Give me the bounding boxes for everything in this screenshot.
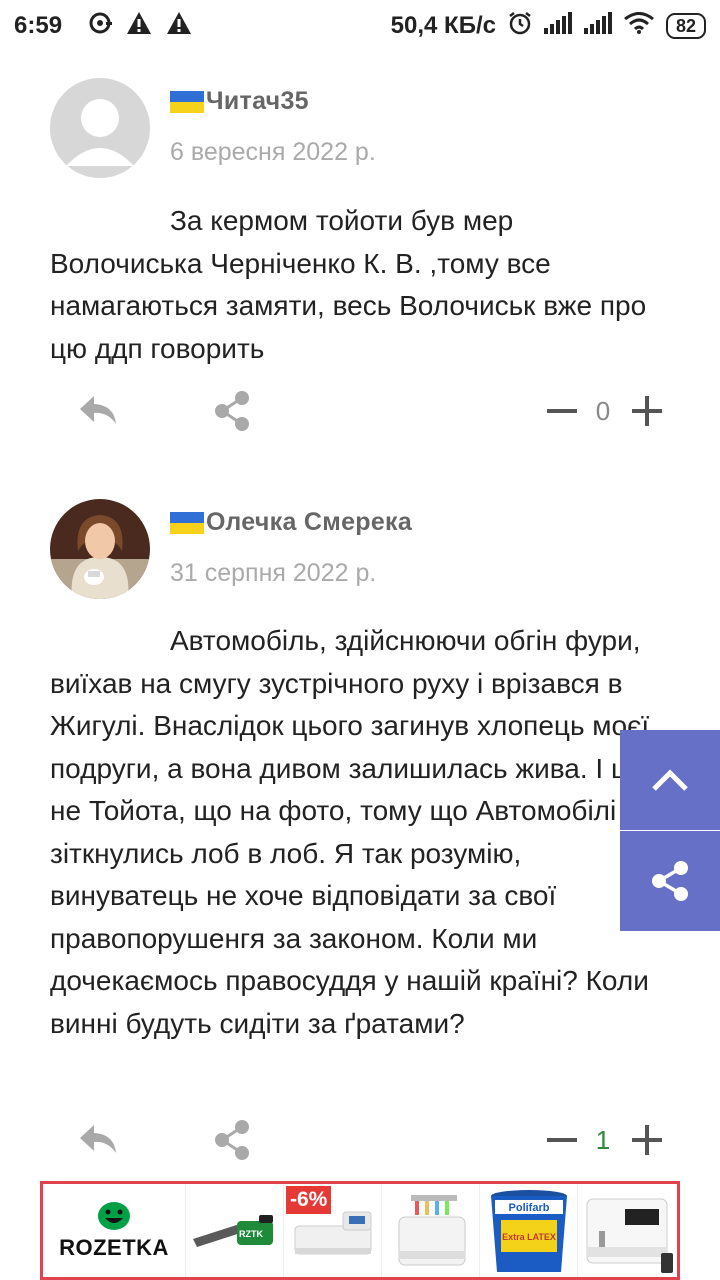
share-page-button[interactable] (620, 831, 720, 931)
avatar[interactable] (50, 499, 150, 599)
ukraine-flag-icon (170, 90, 204, 113)
ad-product-sewing-machine-2[interactable] (577, 1184, 675, 1277)
comment-author[interactable]: Олечка Смерека (170, 508, 412, 537)
paint-product: Extra LATEX (502, 1232, 556, 1242)
reply-icon[interactable] (78, 1121, 118, 1157)
wifi-icon (624, 11, 654, 41)
smiley-logo-icon (98, 1201, 130, 1230)
paint-brand: Polifarb (508, 1202, 549, 1214)
comment-date: 31 серпня 2022 р. (170, 559, 377, 587)
ad-close-icon[interactable] (661, 1253, 673, 1273)
network-speed: 50,4 КБ/с (390, 12, 496, 39)
alarm-icon (508, 11, 532, 42)
ad-product-sewing-machine[interactable]: -6% (283, 1184, 381, 1277)
comment-date: 6 вересня 2022 р. (170, 138, 376, 166)
comment-actions: 0 (0, 382, 720, 442)
warning-icon (126, 11, 152, 42)
user-photo (50, 499, 150, 599)
ukraine-flag-icon (170, 511, 204, 534)
comment-actions: 1 (0, 1111, 720, 1171)
ad-banner[interactable]: ROZETKA RZTK -6% Polifarb Extra LATEX (40, 1181, 680, 1280)
overlock-machine-image (398, 1194, 465, 1265)
comment-author[interactable]: Читач35 (170, 87, 309, 116)
chainsaw-label: RZTK (239, 1229, 263, 1239)
scroll-to-top-button[interactable] (620, 730, 720, 830)
discount-badge: -6% (286, 1186, 332, 1214)
sewing-machine-image (586, 1198, 667, 1263)
share-icon[interactable] (212, 390, 252, 432)
paint-bucket-image: Polifarb Extra LATEX (490, 1189, 567, 1272)
signal-icon (543, 11, 572, 41)
downvote-button[interactable] (547, 1125, 577, 1155)
ad-product-paint[interactable]: Polifarb Extra LATEX (479, 1184, 577, 1277)
speedometer-icon (88, 11, 113, 42)
chainsaw-image: RZTK (192, 1214, 273, 1247)
avatar[interactable] (50, 78, 150, 178)
comment-text: За кермом тойоти був мер Волочиська Черн… (50, 205, 647, 364)
warning-icon (166, 11, 192, 42)
share-icon[interactable] (212, 1119, 252, 1161)
ad-product-chainsaw[interactable]: RZTK (185, 1184, 283, 1277)
share-icon (652, 861, 688, 901)
downvote-button[interactable] (547, 396, 577, 426)
battery-indicator: 82 (665, 13, 706, 39)
default-avatar-icon (50, 78, 150, 178)
signal-icon (583, 11, 612, 41)
ad-brand: ROZETKA (59, 1234, 169, 1260)
ad-product-overlock[interactable] (381, 1184, 479, 1277)
comment-text: Автомобіль, здійснюючи обгін фури, виїха… (50, 625, 650, 1039)
upvote-button[interactable] (632, 1125, 662, 1155)
vote-count: 0 (595, 396, 611, 426)
vote-count: 1 (595, 1125, 611, 1155)
status-time: 6:59 (14, 12, 63, 39)
rozetka-logo[interactable]: ROZETKA (43, 1184, 185, 1277)
upvote-button[interactable] (632, 396, 662, 426)
chevron-up-icon (652, 769, 688, 791)
author-name: Читач35 (206, 87, 309, 115)
author-name: Олечка Смерека (206, 508, 413, 536)
status-bar: 6:59 50,4 КБ/с 82 (0, 0, 720, 52)
reply-icon[interactable] (78, 392, 118, 428)
